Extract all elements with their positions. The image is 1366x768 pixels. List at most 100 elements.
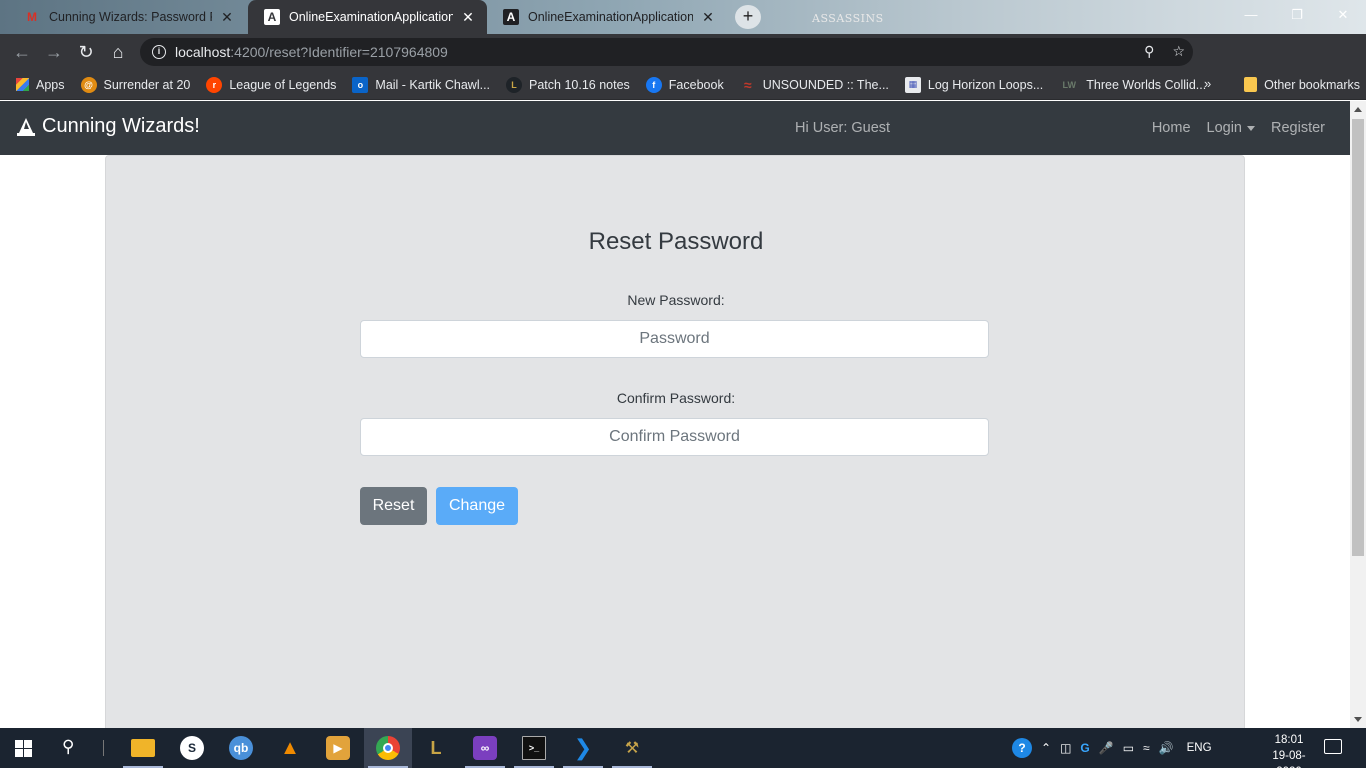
browser-tab-strip: M Cunning Wizards: Password Reset ✕ A On… [0, 0, 1366, 34]
browser-tab-online-exam-active[interactable]: A OnlineExaminationApplication ✕ [248, 0, 487, 34]
logitech-icon[interactable]: G [1080, 741, 1089, 755]
unsounded-icon: ≈ [743, 76, 752, 93]
new-password-label: New Password: [627, 292, 725, 308]
league-icon: L [506, 76, 523, 93]
file-explorer-icon [131, 739, 155, 757]
league-client-icon: L [430, 737, 442, 758]
volume-icon[interactable]: 🔊 [1159, 741, 1174, 755]
wifi-icon[interactable]: ≈ [1143, 741, 1150, 755]
bookmark-surrender-at-20[interactable]: @ Surrender at 20 [73, 76, 199, 93]
taskbar-clock[interactable]: 18:01 19-08-2020 [1266, 732, 1312, 768]
back-icon[interactable]: ← [6, 42, 38, 63]
close-tab-icon[interactable]: ✕ [218, 9, 236, 26]
close-window-icon[interactable]: ✕ [1320, 0, 1366, 30]
key-icon[interactable]: ⚲ [1144, 43, 1154, 60]
scrollbar-thumb[interactable] [1352, 119, 1364, 556]
close-tab-icon[interactable]: ✕ [459, 9, 477, 26]
bookmark-apps[interactable]: Apps [8, 78, 73, 92]
address-bar[interactable]: i localhost:4200/reset?Identifier=210796… [140, 38, 1193, 66]
bookmark-three-worlds[interactable]: LW Three Worlds Collid... [1051, 77, 1214, 93]
nav-login-dropdown[interactable]: Login [1207, 120, 1255, 136]
taskbar-terminal[interactable]: >_ [510, 728, 558, 768]
language-indicator[interactable]: ENG [1187, 742, 1212, 754]
more-bookmarks-chevron-icon[interactable]: » [1204, 76, 1211, 91]
reddit-icon: r [206, 76, 223, 93]
new-tab-button[interactable]: + [735, 5, 761, 29]
bookmark-unsounded[interactable]: ≈ UNSOUNDED :: The... [732, 77, 897, 93]
taskbar-visual-studio[interactable]: ∞ [461, 728, 509, 768]
taskbar-tools[interactable]: ⚒ [608, 728, 656, 768]
battery-icon[interactable]: ▭ [1123, 741, 1134, 755]
taskbar-file-explorer[interactable] [119, 728, 167, 768]
home-icon[interactable]: ⌂ [102, 42, 134, 63]
terminal-icon: >_ [522, 736, 546, 760]
bookmark-label: League of Legends [229, 77, 337, 92]
new-password-input[interactable] [360, 320, 989, 358]
bookmark-label: Three Worlds Collid... [1086, 77, 1207, 92]
nav-home-link[interactable]: Home [1152, 120, 1191, 136]
page-scrollbar[interactable] [1350, 101, 1366, 728]
taskbar-league-client[interactable]: L [412, 728, 460, 768]
taskbar-steam[interactable]: S [168, 728, 216, 768]
search-icon[interactable]: ⚲ [62, 737, 74, 757]
browser-tab-password-reset[interactable]: M Cunning Wizards: Password Reset ✕ [8, 0, 246, 34]
bookmark-label: Mail - Kartik Chawl... [375, 77, 491, 92]
browser-tab-online-exam[interactable]: A OnlineExaminationApplication ✕ [487, 0, 727, 34]
page-viewport: Cunning Wizards! Hi User: Guest Home Log… [0, 101, 1350, 728]
close-tab-icon[interactable]: ✕ [699, 9, 717, 26]
scroll-up-arrow-icon[interactable] [1354, 107, 1362, 112]
bookmark-facebook[interactable]: f Facebook [638, 76, 732, 93]
taskbar-qbittorrent[interactable]: qb [217, 728, 265, 768]
folder-icon [1244, 77, 1258, 92]
brand-name: Cunning Wizards! [42, 115, 200, 137]
taskbar-media-player[interactable]: ▶ [314, 728, 362, 768]
tab-title: OnlineExaminationApplication [289, 10, 453, 24]
bookmark-log-horizon[interactable]: ▦ Log Horizon Loops... [897, 76, 1051, 93]
window-controls: — ❐ ✕ [1228, 0, 1366, 30]
tools-icon: ⚒ [624, 740, 640, 757]
apps-grid-icon [16, 78, 29, 91]
restore-icon[interactable]: ❐ [1274, 0, 1320, 30]
change-button[interactable]: Change [436, 487, 518, 525]
brand-link[interactable]: Cunning Wizards! [16, 115, 200, 138]
taskbar-vlc[interactable]: ▲ [266, 728, 314, 768]
notification-center-icon[interactable] [1324, 739, 1342, 754]
lw-icon: LW [1062, 79, 1077, 90]
bookmark-mail[interactable]: o Mail - Kartik Chawl... [344, 76, 498, 93]
bookmark-other[interactable]: Other bookmarks [1244, 77, 1360, 92]
reload-icon[interactable]: ↻ [70, 42, 102, 63]
forward-icon[interactable]: → [38, 42, 70, 63]
theme-artwork-logo: ASSASSINS [812, 12, 884, 25]
angular-icon: A [264, 9, 280, 25]
taskbar-vscode[interactable]: ❯ [559, 728, 607, 768]
scroll-down-arrow-icon[interactable] [1354, 717, 1362, 722]
site-info-icon[interactable]: i [152, 45, 166, 59]
taskbar-chrome[interactable] [364, 728, 412, 768]
vscode-icon: ❯ [573, 735, 593, 760]
storage-icon[interactable]: ◫ [1060, 741, 1071, 755]
steam-icon: S [180, 736, 204, 760]
url-host: localhost [175, 44, 231, 60]
confirm-password-label: Confirm Password: [616, 390, 736, 406]
minimize-icon[interactable]: — [1228, 0, 1274, 30]
reset-button[interactable]: Reset [360, 487, 427, 525]
surrender-icon: @ [80, 76, 97, 93]
bookmark-star-icon[interactable]: ☆ [1172, 43, 1185, 60]
windows-start-icon[interactable] [15, 740, 32, 757]
angular-icon: A [503, 9, 519, 25]
confirm-password-input[interactable] [360, 418, 989, 456]
help-icon[interactable]: ? [1012, 738, 1032, 758]
browser-toolbar: ← → ↻ ⌂ i localhost:4200/reset?Identifie… [0, 34, 1366, 96]
bookmark-label: Patch 10.16 notes [529, 77, 630, 92]
nav-links: Home Login Register [1152, 120, 1325, 136]
wizard-hat-icon [17, 117, 35, 136]
bookmark-league-of-legends[interactable]: r League of Legends [198, 76, 344, 93]
microphone-icon[interactable]: 🎤 [1099, 741, 1114, 755]
tab-title: OnlineExaminationApplication [528, 10, 693, 24]
nav-register-link[interactable]: Register [1271, 120, 1325, 136]
url-path: :4200/reset?Identifier=2107964809 [230, 44, 448, 60]
qbittorrent-icon: qb [229, 736, 253, 760]
bookmark-patch-notes[interactable]: L Patch 10.16 notes [498, 76, 638, 93]
reset-password-card: Reset Password New Password: Confirm Pas… [105, 155, 1245, 728]
show-hidden-icons-chevron-icon[interactable]: ⌃ [1041, 741, 1051, 755]
